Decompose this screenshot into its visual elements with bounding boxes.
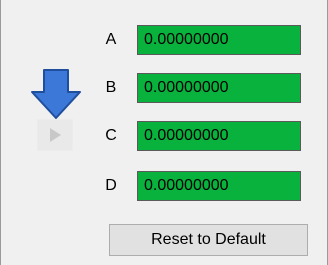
field-row-a: A 0.00000000: [101, 23, 301, 57]
field-row-d: D 0.00000000: [101, 169, 301, 203]
field-label-b: B: [105, 79, 117, 96]
field-value-c[interactable]: 0.00000000: [137, 121, 301, 151]
field-value-b[interactable]: 0.00000000: [137, 73, 301, 103]
field-label-a: A: [105, 31, 117, 48]
parameter-panel: A 0.00000000 B 0.00000000 C 0.00000000 D…: [0, 0, 328, 265]
field-label-c: C: [105, 127, 117, 144]
down-arrow-icon: [31, 69, 81, 119]
reset-to-default-button[interactable]: Reset to Default: [109, 224, 308, 256]
field-value-a[interactable]: 0.00000000: [137, 25, 301, 55]
field-label-d: D: [105, 177, 117, 194]
field-row-c: C 0.00000000: [101, 119, 301, 153]
field-value-d[interactable]: 0.00000000: [137, 171, 301, 201]
play-icon: [50, 128, 61, 142]
field-row-b: B 0.00000000: [101, 71, 301, 105]
play-button[interactable]: [37, 119, 73, 151]
